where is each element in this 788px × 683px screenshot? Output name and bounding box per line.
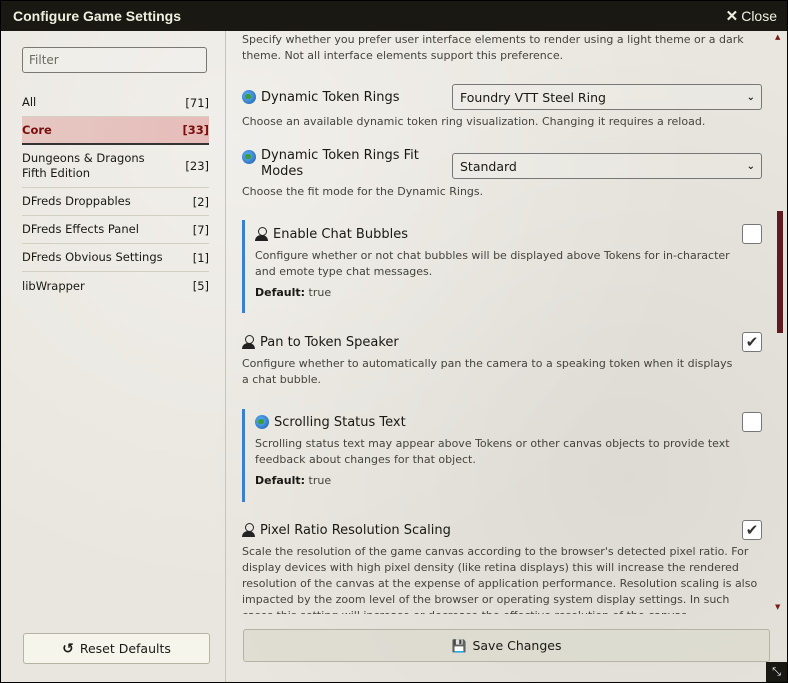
category-list: All [71] Core [33] Dungeons & Dragons Fi… xyxy=(22,89,209,300)
category-count: [5] xyxy=(192,279,209,293)
fit-mode-select[interactable]: Standard ⌄ xyxy=(452,153,762,179)
category-count: [7] xyxy=(192,222,209,237)
category-count: [33] xyxy=(182,123,209,137)
setting-desc: Scrolling status text may appear above T… xyxy=(255,437,730,466)
close-label: Close xyxy=(741,8,777,24)
category-label: DFreds Obvious Settings xyxy=(22,250,163,264)
category-label: DFreds Droppables xyxy=(22,194,131,208)
setting-desc: Specify whether you prefer user interfac… xyxy=(242,33,744,62)
setting-desc: Choose an available dynamic token ring v… xyxy=(242,115,706,128)
token-ring-select[interactable]: Foundry VTT Steel Ring ⌄ xyxy=(452,84,762,110)
category-count: [71] xyxy=(185,95,209,110)
settings-window: Configure Game Settings ✕ Close All [71]… xyxy=(0,0,788,683)
category-dnd5e[interactable]: Dungeons & Dragons Fifth Edition [23] xyxy=(22,145,209,188)
save-changes-button[interactable]: 💾 Save Changes xyxy=(243,629,770,662)
setting-pixel-ratio-scaling: Pixel Ratio Resolution Scaling ✔ Scale t… xyxy=(242,520,762,614)
setting-theme-desc: Specify whether you prefer user interfac… xyxy=(242,32,762,64)
globe-icon xyxy=(242,150,256,164)
window-title: Configure Game Settings xyxy=(13,8,182,24)
scroll-up-arrow[interactable]: ▲ xyxy=(775,33,780,41)
category-core[interactable]: Core [33] xyxy=(22,117,209,145)
category-all[interactable]: All [71] xyxy=(22,89,209,117)
category-dfreds-effects[interactable]: DFreds Effects Panel [7] xyxy=(22,216,209,244)
setting-pan-to-token-speaker: Pan to Token Speaker ✔ Configure whether… xyxy=(242,332,762,388)
setting-desc: Configure whether or not chat bubbles wi… xyxy=(255,249,730,278)
user-icon xyxy=(255,227,268,241)
save-label: Save Changes xyxy=(472,638,562,653)
globe-icon xyxy=(255,415,269,429)
setting-name: Dynamic Token Rings Fit Modes xyxy=(242,148,432,180)
category-label: All xyxy=(22,95,37,109)
filter-input[interactable] xyxy=(22,47,207,73)
setting-desc: Scale the resolution of the game canvas … xyxy=(242,545,758,614)
setting-dynamic-token-rings: Dynamic Token Rings Foundry VTT Steel Ri… xyxy=(242,84,762,130)
setting-scrolling-status-text: Scrolling Status Text Scrolling status t… xyxy=(242,409,762,502)
check-icon: ✔ xyxy=(745,332,759,351)
user-icon xyxy=(242,335,255,349)
setting-default: Default: true xyxy=(255,474,332,487)
settings-scroll-area[interactable]: Specify whether you prefer user interfac… xyxy=(242,31,762,614)
setting-dynamic-token-rings-fit: Dynamic Token Rings Fit Modes Standard ⌄… xyxy=(242,148,762,200)
chat-bubbles-checkbox[interactable] xyxy=(742,224,762,244)
check-icon: ✔ xyxy=(745,520,759,539)
reset-defaults-button[interactable]: ↺ Reset Defaults xyxy=(23,633,210,664)
setting-name: Scrolling Status Text xyxy=(255,415,406,430)
setting-desc: Configure whether to automatically pan t… xyxy=(242,357,733,386)
close-button[interactable]: ✕ Close xyxy=(726,7,777,25)
setting-desc: Choose the fit mode for the Dynamic Ring… xyxy=(242,185,484,198)
undo-icon: ↺ xyxy=(62,640,74,657)
category-label: DFreds Effects Panel xyxy=(22,222,139,236)
resize-handle-icon[interactable]: ⤡ xyxy=(766,662,787,682)
user-icon xyxy=(242,523,255,537)
category-dfreds-obvious[interactable]: DFreds Obvious Settings [1] xyxy=(22,244,209,272)
title-bar[interactable]: Configure Game Settings ✕ Close xyxy=(1,1,787,31)
category-count: [1] xyxy=(192,250,209,265)
save-icon: 💾 xyxy=(451,638,467,653)
reset-label: Reset Defaults xyxy=(79,641,171,656)
category-label: libWrapper xyxy=(22,278,85,293)
setting-name: Enable Chat Bubbles xyxy=(255,227,408,242)
pan-speaker-checkbox[interactable]: ✔ xyxy=(742,332,762,352)
close-icon: ✕ xyxy=(725,8,739,25)
setting-default: Default: true xyxy=(255,286,332,299)
category-dfreds-droppables[interactable]: DFreds Droppables [2] xyxy=(22,188,209,216)
globe-icon xyxy=(242,90,256,104)
setting-name: Dynamic Token Rings xyxy=(242,90,400,105)
scroll-down-arrow[interactable]: ▼ xyxy=(775,603,780,611)
setting-name: Pan to Token Speaker xyxy=(242,335,399,350)
category-count: [23] xyxy=(185,159,209,173)
scrolling-text-checkbox[interactable] xyxy=(742,412,762,432)
pixel-ratio-checkbox[interactable]: ✔ xyxy=(742,520,762,540)
category-sidebar: All [71] Core [33] Dungeons & Dragons Fi… xyxy=(1,31,226,682)
category-label: Dungeons & Dragons Fifth Edition xyxy=(22,151,145,180)
chevron-down-icon: ⌄ xyxy=(746,160,755,172)
setting-name: Pixel Ratio Resolution Scaling xyxy=(242,523,451,538)
setting-enable-chat-bubbles: Enable Chat Bubbles Configure whether or… xyxy=(242,220,762,313)
chevron-down-icon: ⌄ xyxy=(746,91,755,103)
category-count: [2] xyxy=(192,194,209,209)
settings-panel: Specify whether you prefer user interfac… xyxy=(227,31,787,682)
category-libwrapper[interactable]: libWrapper [5] xyxy=(22,272,209,300)
scrollbar-thumb[interactable] xyxy=(777,211,783,333)
category-label: Core xyxy=(22,122,52,137)
